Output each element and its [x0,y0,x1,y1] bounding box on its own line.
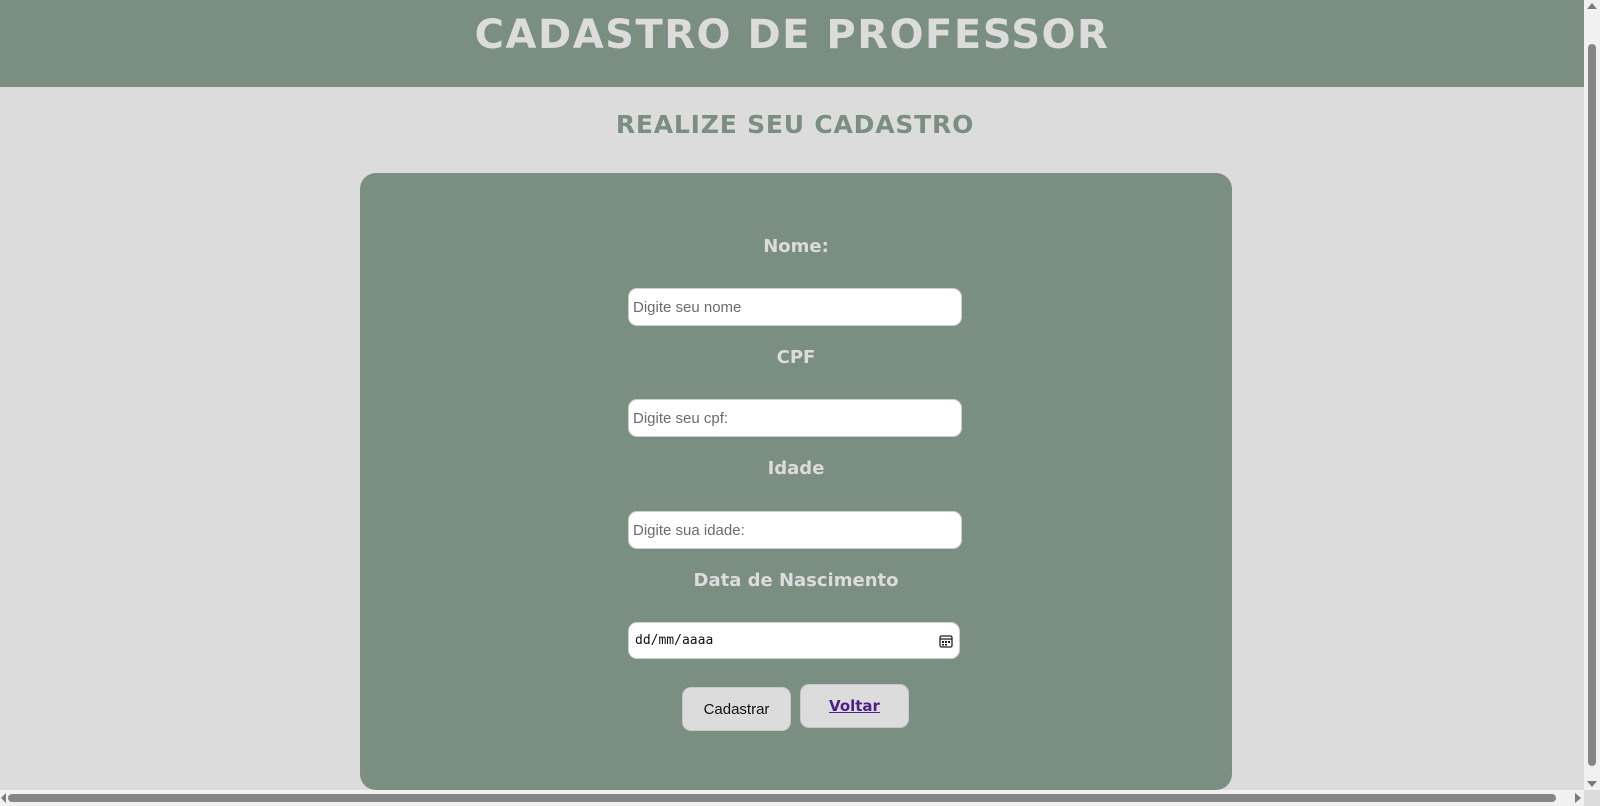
voltar-link[interactable]: Voltar [829,697,880,715]
scroll-left-arrow-icon[interactable] [1,793,6,803]
page-header: CADASTRO DE PROFESSOR [0,0,1584,87]
idade-label: Idade [767,458,825,479]
page: CADASTRO DE PROFESSOR REALIZE SEU CADAST… [0,0,1600,806]
scroll-down-arrow-icon[interactable] [1587,781,1597,787]
vertical-scroll-thumb[interactable] [1588,44,1596,766]
cadastrar-button[interactable]: Cadastrar [682,687,791,731]
page-title: CADASTRO DE PROFESSOR [474,12,1110,58]
scroll-right-arrow-icon[interactable] [1575,793,1581,803]
nome-label: Nome: [763,236,829,257]
birthdate-input[interactable]: dd/mm/aaaa [628,622,960,659]
birthdate-placeholder: dd/mm/aaaa [635,633,714,648]
scrollbar-corner [1584,790,1600,806]
idade-input[interactable] [628,511,962,549]
nome-input[interactable] [628,288,962,326]
cpf-label: CPF [776,347,816,368]
horizontal-scrollbar[interactable] [0,790,1584,806]
cpf-input[interactable] [628,399,962,437]
vertical-scrollbar[interactable] [1584,0,1600,790]
scroll-up-arrow-icon[interactable] [1587,3,1597,9]
horizontal-scroll-thumb[interactable] [8,794,1556,802]
form-subtitle: REALIZE SEU CADASTRO [615,110,975,139]
registration-form: Nome: CPF Idade Data de Nascimento dd/mm… [360,173,1232,790]
voltar-button[interactable]: Voltar [800,684,909,728]
calendar-icon[interactable] [939,634,953,648]
nascimento-label: Data de Nascimento [693,570,899,591]
